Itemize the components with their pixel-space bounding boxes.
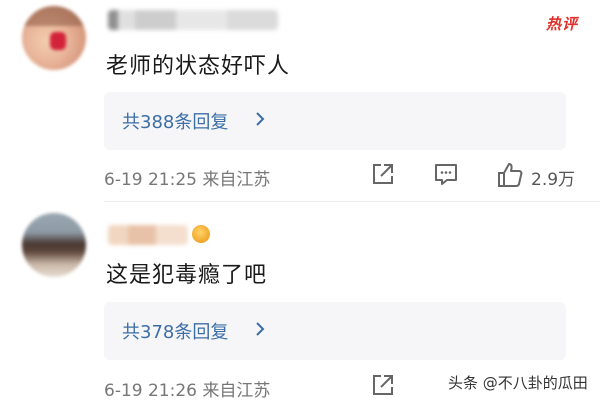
username-blurred[interactable] (108, 225, 188, 245)
like-count: 2.9万 (531, 170, 576, 190)
avatar-blur-hair (22, 6, 86, 26)
divider (104, 201, 600, 202)
replies-button[interactable]: 共378条回复 (104, 302, 566, 360)
avatar[interactable] (22, 213, 86, 277)
user-badge-icon (192, 225, 210, 243)
share-icon[interactable] (370, 372, 396, 398)
replies-button[interactable]: 共388条回复 (104, 92, 566, 150)
comment-text: 老师的状态好吓人 (106, 54, 291, 79)
like-icon[interactable] (496, 161, 524, 189)
chevron-right-icon (254, 108, 266, 135)
watermark: 头条 @不八卦的瓜田 (448, 374, 588, 392)
comment-item: 热评 老师的状态好吓人 共388条回复 6-19 21:25 来自江苏 2.9万 (0, 0, 600, 200)
comment-text: 这是犯毒瘾了吧 (106, 263, 268, 288)
comment-meta: 6-19 21:25 来自江苏 (104, 170, 271, 190)
username-blurred[interactable] (108, 10, 278, 30)
replies-count-label: 共378条回复 (122, 322, 229, 343)
comment-meta: 6-19 21:26 来自江苏 (104, 381, 271, 401)
avatar[interactable] (22, 6, 86, 70)
share-icon[interactable] (370, 161, 396, 187)
comment-icon[interactable] (433, 161, 459, 187)
chevron-right-icon (254, 318, 266, 345)
avatar-blur-blot (50, 32, 66, 50)
hot-comment-badge: 热评 (545, 15, 578, 33)
replies-count-label: 共388条回复 (122, 112, 229, 133)
